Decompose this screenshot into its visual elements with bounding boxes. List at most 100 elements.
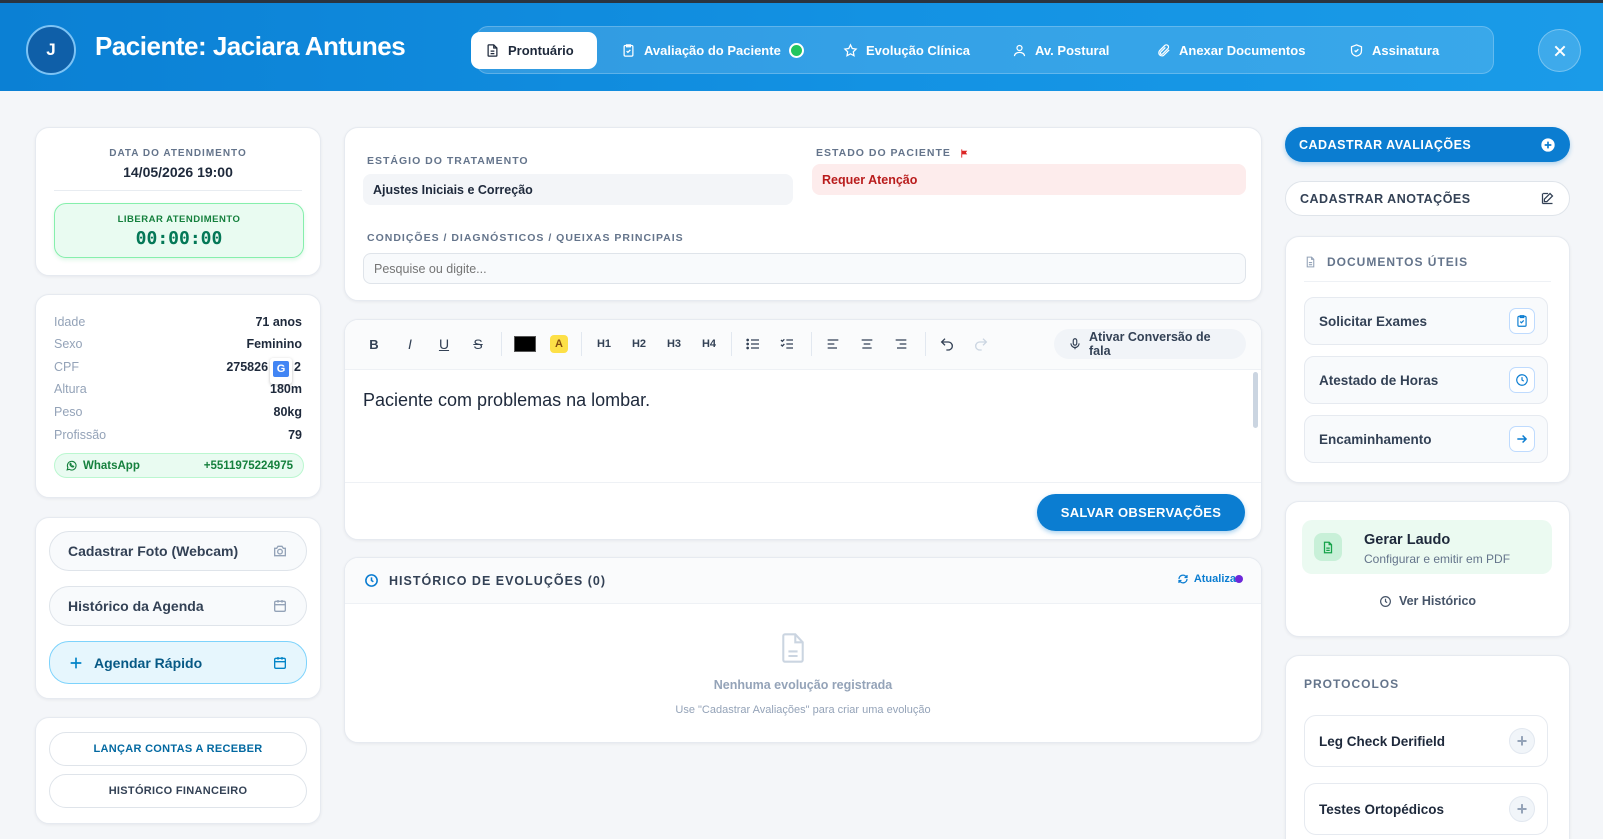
divider [345,482,1261,483]
view-history-link[interactable]: Ver Histórico [1286,594,1569,608]
button-label: Atualiza [1193,573,1236,585]
patient-state-select[interactable]: Requer Atenção [812,164,1246,195]
arrow-right-icon [1509,426,1535,452]
clipboard-check-icon [621,43,636,58]
h1-button[interactable]: H1 [595,335,613,353]
highlight-button[interactable]: A [550,335,568,353]
actions-card: Cadastrar Foto (Webcam) Histórico da Age… [35,517,321,699]
bullet-list-icon[interactable] [745,336,761,352]
info-row: CPF 275826 2 [54,360,301,374]
h3-button[interactable]: H3 [665,335,683,353]
tab-label: Assinatura [1372,43,1440,58]
tab-assinatura[interactable]: Assinatura [1335,32,1453,69]
whatsapp-number: +5511975224975 [203,459,293,472]
refresh-icon [1177,573,1189,585]
button-label: CADASTRAR ANOTAÇÕES [1300,191,1471,206]
close-icon [1552,43,1568,59]
divider [925,332,926,356]
undo-icon[interactable] [939,336,955,352]
divider [811,332,812,356]
italic-button[interactable]: I [403,335,417,353]
release-attendance-button[interactable]: LIBERAR ATENDIMENTO 00:00:00 [54,203,304,258]
protocol-label: Testes Ortopédicos [1319,801,1445,817]
align-right-icon[interactable] [893,336,909,352]
button-label: Cadastrar Foto (Webcam) [68,543,239,559]
whatsapp-label: WhatsApp [83,459,140,472]
tab-prontuario[interactable]: Prontuário [471,32,597,69]
close-button[interactable] [1538,29,1581,72]
info-row: Profissão 79 [54,428,302,442]
clock-icon [1509,367,1535,393]
plus-icon[interactable]: + [1509,796,1535,822]
tab-avaliacao[interactable]: Avaliação do Paciente [607,32,818,69]
info-row: Idade 71 anos [54,315,302,329]
history-clock-icon [364,573,379,588]
translate-icon[interactable]: G [270,358,292,384]
whatsapp-button[interactable]: WhatsApp +5511975224975 [54,453,304,478]
referral-button[interactable]: Encaminhamento [1304,415,1548,463]
calendar-icon [272,598,288,614]
flag-icon [959,148,970,159]
underline-button[interactable]: U [437,335,451,353]
tab-label: Av. Postural [1035,43,1110,58]
tab-label: Evolução Clínica [866,43,971,58]
request-exams-button[interactable]: Solicitar Exames [1304,297,1548,345]
button-label: CADASTRAR AVALIAÇÕES [1299,137,1472,152]
conditions-search-input[interactable] [363,253,1246,284]
register-notes-button[interactable]: CADASTRAR ANOTAÇÕES [1285,181,1570,216]
editor-scrollbar[interactable] [1253,372,1258,428]
stage-select[interactable]: Ajustes Iniciais e Correção [363,174,793,205]
strike-button[interactable]: S [471,335,485,353]
report-title: Gerar Laudo [1364,532,1451,548]
webcam-photo-button[interactable]: Cadastrar Foto (Webcam) [49,531,307,571]
align-left-icon[interactable] [825,336,841,352]
h2-button[interactable]: H2 [630,335,648,353]
tab-bar: Prontuário Avaliação do Paciente Evoluçã… [471,26,1494,74]
checklist-icon[interactable] [779,336,795,352]
agenda-history-button[interactable]: Histórico da Agenda [49,586,307,626]
report-card: Gerar Laudo Configurar e emitir em PDF V… [1285,501,1570,637]
editor-card: B I U S A H1 H2 H3 H4 Ativar Conversão d… [344,319,1262,540]
plus-icon[interactable]: + [1509,728,1535,754]
divider [1304,281,1551,282]
financial-history-button[interactable]: HISTÓRICO FINANCEIRO [49,774,307,808]
editor-toolbar: B I U S A H1 H2 H3 H4 Ativar Conversão d… [345,320,1261,370]
divider [54,190,302,191]
timer: 00:00:00 [135,228,223,249]
divider [581,332,582,356]
bold-button[interactable]: B [367,335,381,353]
protocol-item[interactable]: Testes Ortopédicos + [1304,783,1548,835]
register-evaluations-button[interactable]: CADASTRAR AVALIAÇÕES [1285,127,1570,162]
finance-card: LANÇAR CONTAS A RECEBER HISTÓRICO FINANC… [35,717,321,824]
generate-report-button[interactable]: Gerar Laudo Configurar e emitir em PDF [1302,520,1552,574]
redo-icon[interactable] [973,336,989,352]
clock-icon [1379,595,1392,608]
speech-to-text-button[interactable]: Ativar Conversão de fala [1054,329,1246,359]
hours-certificate-button[interactable]: Atestado de Horas [1304,356,1548,404]
align-center-icon[interactable] [859,336,875,352]
shield-check-icon [1349,43,1364,58]
tab-evolucao[interactable]: Evolução Clínica [829,32,984,69]
receivables-button[interactable]: LANÇAR CONTAS A RECEBER [49,732,307,766]
info-row: Altura 180m [54,382,302,396]
info-row: Sexo Feminino [54,337,302,351]
editor-content[interactable]: Paciente com problemas na lombar. [363,390,650,411]
tab-av-postural[interactable]: Av. Postural [998,32,1123,69]
tab-label: Avaliação do Paciente [644,43,781,58]
quick-schedule-button[interactable]: Agendar Rápido [49,641,307,684]
edit-icon [1540,191,1555,206]
protocol-label: Leg Check Derifield [1319,733,1446,749]
link-label: Ver Histórico [1398,594,1477,608]
button-label: Solicitar Exames [1319,313,1428,329]
tab-anexar[interactable]: Anexar Documentos [1142,32,1319,69]
refresh-button[interactable]: Atualiza [1177,573,1243,585]
notification-dot [1235,575,1243,583]
save-observations-button[interactable]: SALVAR OBSERVAÇÕES [1037,494,1245,531]
button-label: Encaminhamento [1319,431,1432,447]
h4-button[interactable]: H4 [700,335,718,353]
protocols-card: PROTOCOLOS Leg Check Derifield + Testes … [1285,655,1570,839]
release-label: LIBERAR ATENDIMENTO [117,214,241,225]
protocol-item[interactable]: Leg Check Derifield + [1304,715,1548,767]
clipboard-icon [1509,308,1535,334]
text-color-picker[interactable] [514,336,536,352]
